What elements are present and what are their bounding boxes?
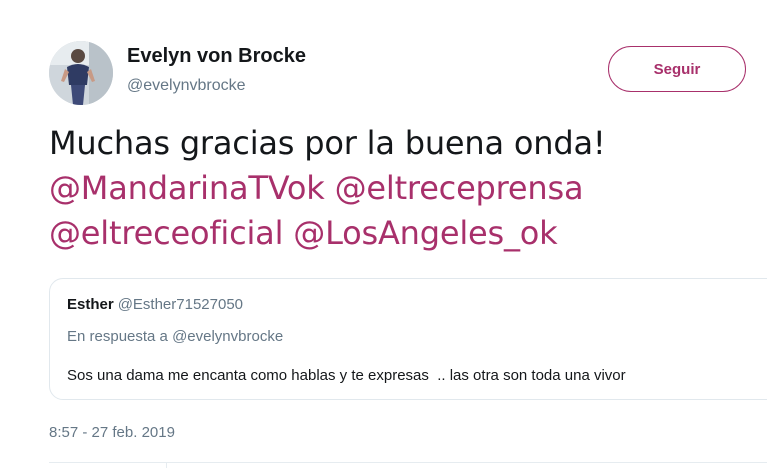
author-name[interactable]: Evelyn von Brocke xyxy=(127,45,306,68)
tweet-text-line: @MandarinaTVok @eltreceprensa xyxy=(49,166,749,211)
mention-link[interactable]: @eltreceprensa xyxy=(335,169,584,207)
quoted-tweet-author-handle: @Esther71527050 xyxy=(117,296,244,313)
tweet-text-line: Muchas gracias por la buena onda! xyxy=(49,121,749,166)
quoted-tweet[interactable]: Esther @Esther71527050 En respuesta a @ev… xyxy=(49,278,767,400)
quoted-tweet-reply-context: En respuesta a @evelynvbrocke xyxy=(67,328,284,345)
divider xyxy=(49,462,767,463)
tweet-text-plain: Muchas gracias por la buena onda! xyxy=(49,124,606,162)
tweet-text-line: @eltreceoficial @LosAngeles_ok xyxy=(49,211,749,256)
tweet-card: Evelyn von Brocke @evelynvbrocke Seguir … xyxy=(0,0,767,468)
tweet-text: Muchas gracias por la buena onda! @Manda… xyxy=(49,121,749,256)
author-handle[interactable]: @evelynvbrocke xyxy=(127,77,246,95)
mention-link[interactable]: @LosAngeles_ok xyxy=(293,214,557,252)
quoted-tweet-author-name: Esther xyxy=(67,296,114,313)
tweet-timestamp[interactable]: 8:57 - 27 feb. 2019 xyxy=(49,424,175,441)
mention-link[interactable]: @eltreceoficial xyxy=(49,214,283,252)
avatar[interactable] xyxy=(49,41,113,105)
mention-link[interactable]: @MandarinaTVok xyxy=(49,169,325,207)
avatar-image xyxy=(49,41,113,105)
divider xyxy=(166,462,167,468)
quoted-tweet-header: Esther @Esther71527050 xyxy=(67,296,243,313)
follow-button[interactable]: Seguir xyxy=(608,46,746,92)
quoted-tweet-text: Sos una dama me encanta como hablas y te… xyxy=(67,367,626,384)
